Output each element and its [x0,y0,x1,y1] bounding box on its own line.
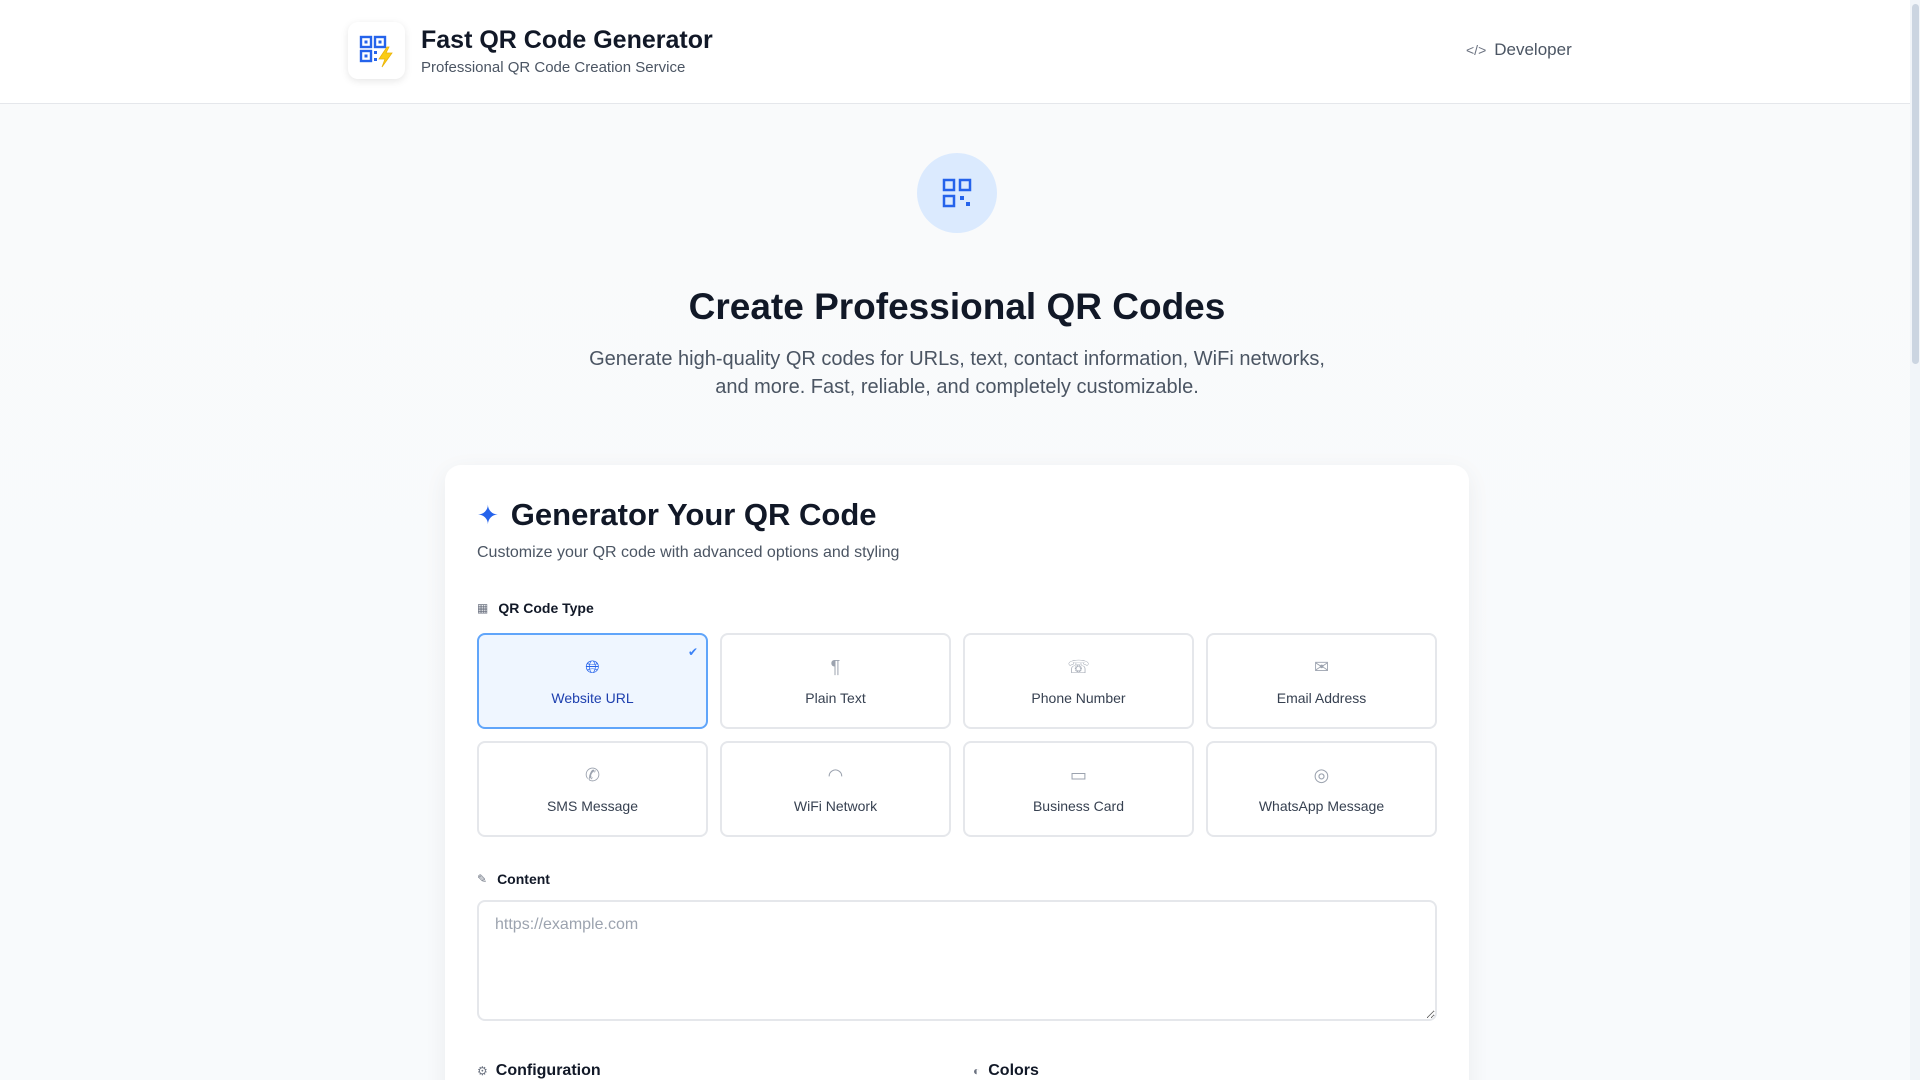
generator-title: ✦ Generator Your QR Code [477,497,877,533]
type-website-url[interactable]: ✔ 🌐︎ Website URL [477,633,708,729]
grid-icon: ▦ [477,601,489,615]
type-label: SMS Message [546,798,639,814]
type-business-card[interactable]: ▭ Business Card [963,741,1194,837]
top-header: Fast QR Code Generator Professional QR C… [0,0,1910,104]
generator-subtitle: Customize your QR code with advanced opt… [477,544,900,561]
content-label-text: Content [497,871,550,887]
envelope-icon: ✉ [1313,657,1330,677]
brand[interactable]: Fast QR Code Generator Professional QR C… [348,22,713,79]
configuration-label: ⚙ Configuration [477,1062,601,1080]
qr-code-icon [917,153,997,233]
type-label: Business Card [1032,798,1125,814]
type-phone-number[interactable]: ☏ Phone Number [963,633,1194,729]
logo [348,22,405,79]
type-sms-message[interactable]: ✆ SMS Message [477,741,708,837]
generator-title-text: Generator Your QR Code [510,497,877,532]
app-subtitle: Professional QR Code Creation Service [421,59,686,76]
whatsapp-icon: ◎ [1313,765,1330,785]
type-email-address[interactable]: ✉ Email Address [1206,633,1437,729]
phone-icon: ☏ [1067,657,1090,677]
check-circle-icon: ✔ [687,645,698,659]
page: Fast QR Code Generator Professional QR C… [0,0,1920,1080]
type-label: Plain Text [805,690,866,706]
type-label: WhatsApp Message [1258,798,1385,814]
globe-icon: 🌐︎ [585,657,600,677]
wifi-icon: ◠ [827,765,844,785]
type-label: WiFi Network [793,798,878,814]
hero-title: Create Professional QR Codes [688,286,1226,327]
sms-icon: ✆ [584,765,601,785]
hero-description: Generate high-quality QR codes for URLs,… [589,348,1325,398]
type-label: Phone Number [1031,690,1126,706]
generator-card: ✦ Generator Your QR Code Customize your … [445,465,1469,1080]
qr-code-lightning-icon [359,35,393,67]
id-card-icon: ▭ [1069,765,1087,785]
content-label: ✎ Content [477,871,550,887]
colors-label-text: Colors [988,1062,1039,1079]
type-whatsapp-message[interactable]: ◎ WhatsApp Message [1206,741,1437,837]
type-label: Email Address [1276,690,1367,706]
content-input[interactable] [477,900,1437,1021]
configuration-label-text: Configuration [495,1062,601,1079]
sliders-icon: ⚙ [477,1064,488,1078]
pencil-icon: ✎ [477,872,488,886]
app-title: Fast QR Code Generator [421,26,713,54]
magic-wand-icon: ✦ [477,499,499,530]
type-label: Website URL [551,690,634,706]
palette-icon: ◐ [973,1064,981,1078]
text-icon: ¶ [830,657,841,677]
type-plain-text[interactable]: ¶ Plain Text [720,633,951,729]
qr-type-label-text: QR Code Type [498,600,594,616]
colors-label: ◐ Colors [973,1062,1039,1080]
type-wifi-network[interactable]: ◠ WiFi Network [720,741,951,837]
developer-label: Developer [1494,40,1572,59]
qr-type-grid: ✔ 🌐︎ Website URL ¶ Plain Text ☏ Phone Nu… [477,633,1437,837]
developer-link[interactable]: </> Developer [1466,40,1572,60]
code-icon: </> [1466,42,1487,58]
brand-text: Fast QR Code Generator Professional QR C… [421,25,713,76]
qr-type-label: ▦ QR Code Type [477,600,594,616]
